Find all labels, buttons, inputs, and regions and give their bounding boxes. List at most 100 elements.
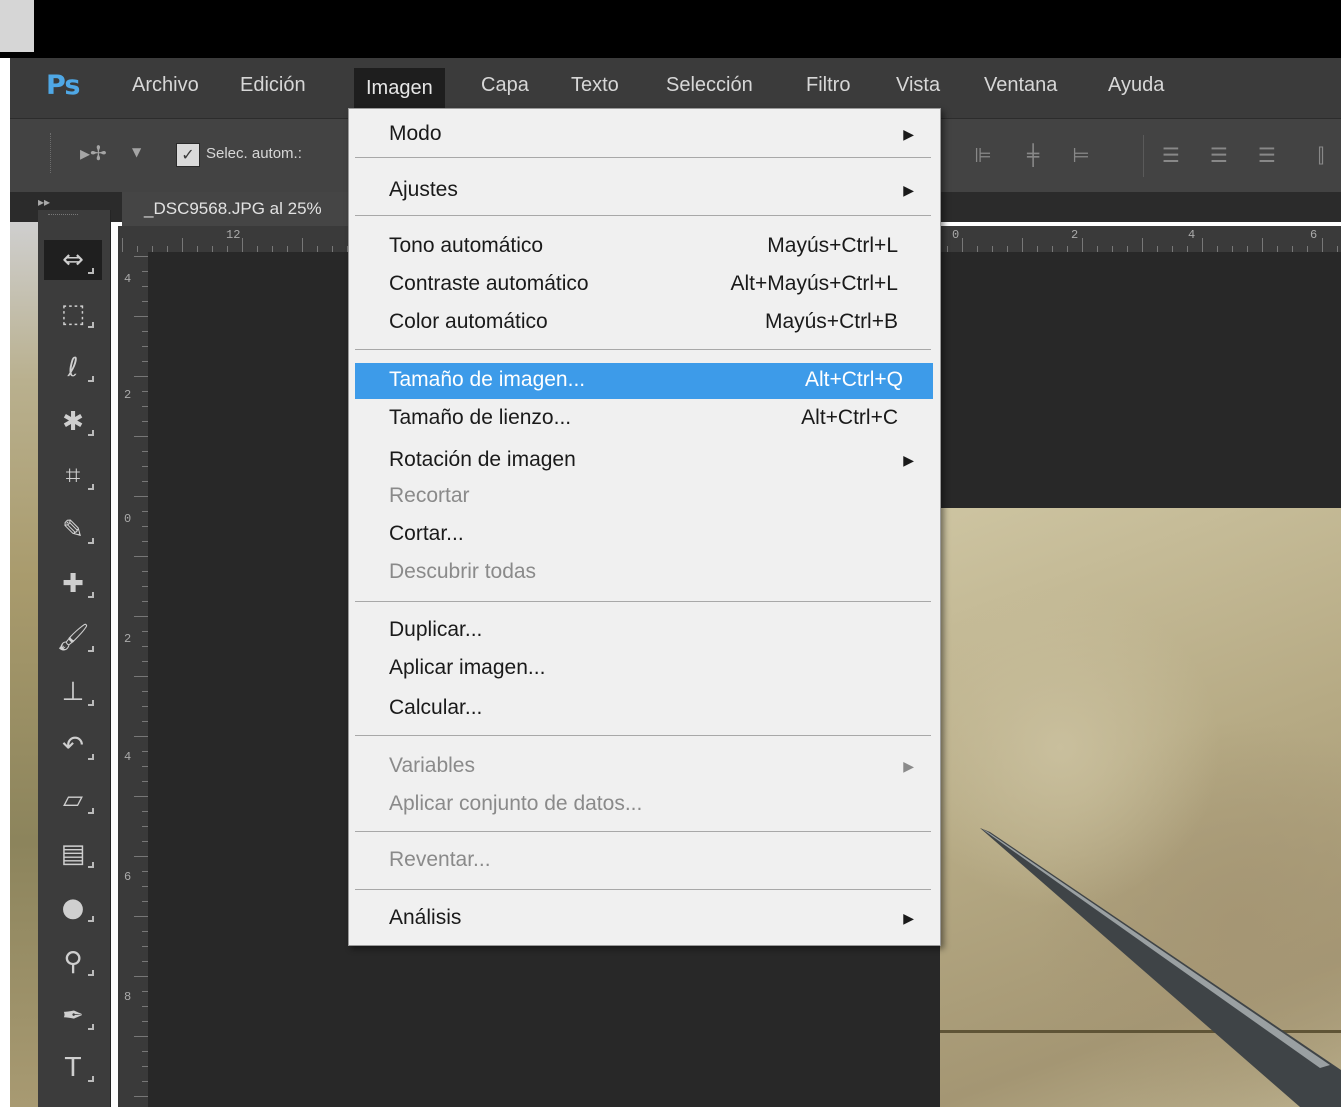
menu-item-análisis[interactable]: Análisis ▶: [349, 901, 934, 937]
ruler-tick: [1142, 238, 1143, 252]
ruler-tick: [122, 238, 123, 252]
menu-edicion[interactable]: Edición: [240, 74, 306, 97]
menu-item-reventar[interactable]: Reventar...: [349, 843, 934, 879]
tools-panel-grip[interactable]: [48, 214, 78, 219]
menu-texto[interactable]: Texto: [571, 74, 619, 97]
ruler-tick: [134, 256, 148, 257]
background-photo-strip: [10, 222, 38, 1107]
collapse-panels-icon[interactable]: ▸▸: [38, 195, 50, 209]
menu-item-label: Tono automático: [389, 234, 544, 257]
document-tab[interactable]: _DSC9568.JPG al 25%: [122, 192, 348, 226]
menu-item-cortar[interactable]: Cortar...: [349, 517, 934, 553]
ruler-tick: [134, 676, 148, 677]
tool-flyout-indicator: [88, 538, 94, 544]
ruler-tick: [134, 796, 148, 797]
menu-item-aplicar-imagen[interactable]: Aplicar imagen...: [349, 651, 934, 687]
ruler-label: 4: [124, 272, 132, 286]
type-tool-icon[interactable]: T: [44, 1048, 102, 1088]
menu-item-label: Calcular...: [389, 696, 483, 719]
eyedropper-tool-icon[interactable]: ✎: [44, 510, 102, 550]
menu-item-shortcut: Alt+Ctrl+Q: [804, 368, 903, 391]
menu-item-label: Aplicar imagen...: [389, 656, 546, 679]
ruler-tick: [134, 976, 148, 977]
healing-brush-tool-icon[interactable]: ✚: [44, 564, 102, 604]
menu-item-shortcut: Mayús+Ctrl+L: [767, 234, 898, 257]
ruler-tick: [134, 736, 148, 737]
ruler-tick: [134, 496, 148, 497]
auto-select-checkbox[interactable]: ✓: [176, 143, 200, 167]
menu-item-rotación-de-imagen[interactable]: Rotación de imagen ▶: [349, 443, 934, 479]
eraser-tool-icon[interactable]: ▱: [44, 780, 102, 820]
submenu-arrow-icon: ▶: [903, 910, 914, 926]
vertical-ruler[interactable]: 4 2 0 2 4 6 8: [118, 252, 149, 1107]
menu-item-label: Modo: [389, 122, 442, 145]
ruler-tick: [1022, 238, 1023, 252]
menu-ayuda[interactable]: Ayuda: [1108, 74, 1164, 97]
menu-item-recortar[interactable]: Recortar: [349, 479, 934, 515]
menu-item-tamaño-de-imagen[interactable]: Tamaño de imagen... Alt+Ctrl+Q: [355, 363, 933, 399]
tool-flyout-indicator: [88, 430, 94, 436]
gradient-tool-icon[interactable]: ▤: [44, 834, 102, 874]
distribute-vertical-centers-icon[interactable]: ☰: [1208, 143, 1230, 167]
crop-tool-icon[interactable]: ⌗: [44, 456, 102, 496]
align-right-edges-icon[interactable]: ⊨: [1070, 143, 1092, 167]
ruler-label: 6: [1310, 228, 1318, 242]
tool-flyout-indicator: [88, 970, 94, 976]
auto-select-label: Selec. autom.:: [206, 145, 302, 162]
menu-vista[interactable]: Vista: [896, 74, 940, 97]
background-window-fragment: [0, 0, 34, 52]
imagen-menu-dropdown: Modo ▶ Ajustes ▶ Tono automático Mayús+Ctrl+L…: [348, 108, 941, 946]
menu-item-label: Tamaño de imagen...: [389, 368, 586, 391]
magic-wand-tool-icon[interactable]: ✱: [44, 402, 102, 442]
stamp-tool-icon[interactable]: ⊥: [44, 672, 102, 712]
menu-item-variables[interactable]: Variables ▶: [349, 749, 934, 785]
menu-item-descubrir-todas[interactable]: Descubrir todas: [349, 555, 934, 591]
ruler-tick: [134, 316, 148, 317]
menu-item-label: Variables: [389, 754, 475, 777]
menu-item-label: Descubrir todas: [389, 560, 537, 583]
ruler-tick: [134, 616, 148, 617]
menu-item-tamaño-de-lienzo[interactable]: Tamaño de lienzo... Alt+Ctrl+C: [349, 401, 934, 437]
align-left-edges-icon[interactable]: ⊫: [972, 143, 994, 167]
menu-item-label: Análisis: [389, 906, 462, 929]
menu-archivo[interactable]: Archivo: [132, 74, 199, 97]
ruler-label: 6: [124, 870, 132, 884]
menu-item-duplicar[interactable]: Duplicar...: [349, 613, 934, 649]
options-bar-grip[interactable]: [50, 133, 55, 173]
distribute-left-edges-icon[interactable]: ⫿: [1310, 143, 1332, 167]
tool-flyout-indicator: [88, 1024, 94, 1030]
menu-seleccion[interactable]: Selección: [666, 74, 753, 97]
menu-capa[interactable]: Capa: [481, 74, 529, 97]
ruler-tick: [1082, 238, 1083, 252]
ruler-tick: [134, 376, 148, 377]
ruler-tick: [134, 916, 148, 917]
move-tool-icon[interactable]: ▸✢: [80, 141, 120, 171]
menu-item-ajustes[interactable]: Ajustes ▶: [349, 173, 934, 209]
menu-ventana[interactable]: Ventana: [984, 74, 1057, 97]
menu-filtro[interactable]: Filtro: [806, 74, 850, 97]
ruler-label: 8: [124, 990, 132, 1004]
ruler-label: 2: [124, 632, 132, 646]
distribute-bottom-edges-icon[interactable]: ☰: [1256, 143, 1278, 167]
menu-item-calcular[interactable]: Calcular...: [349, 691, 934, 727]
dodge-tool-icon[interactable]: ⚲: [44, 942, 102, 982]
menu-item-contraste-automático[interactable]: Contraste automático Alt+Mayús+Ctrl+L: [349, 267, 934, 303]
marquee-tool-icon[interactable]: ⬚: [44, 294, 102, 334]
ruler-tick: [962, 238, 963, 252]
lasso-tool-icon[interactable]: ℓ: [44, 348, 102, 388]
menu-item-tono-automático[interactable]: Tono automático Mayús+Ctrl+L: [349, 229, 934, 265]
tool-flyout-indicator: [88, 376, 94, 382]
align-horizontal-centers-icon[interactable]: ╪: [1022, 143, 1044, 167]
menu-separator: [355, 215, 931, 216]
menu-item-modo[interactable]: Modo ▶: [349, 117, 934, 153]
history-brush-tool-icon[interactable]: ↶: [44, 726, 102, 766]
move-tool-icon[interactable]: ⇔: [44, 240, 102, 280]
pen-tool-icon[interactable]: ✒: [44, 996, 102, 1036]
menu-item-color-automático[interactable]: Color automático Mayús+Ctrl+B: [349, 305, 934, 341]
brush-tool-icon[interactable]: 🖌: [44, 618, 102, 658]
menu-item-aplicar-conjunto-de-datos[interactable]: Aplicar conjunto de datos...: [349, 787, 934, 823]
menu-imagen[interactable]: Imagen: [354, 68, 445, 108]
distribute-top-edges-icon[interactable]: ☰: [1160, 143, 1182, 167]
blur-tool-icon[interactable]: ●: [44, 888, 102, 928]
tool-preset-dropdown-icon[interactable]: ▼: [132, 145, 146, 165]
